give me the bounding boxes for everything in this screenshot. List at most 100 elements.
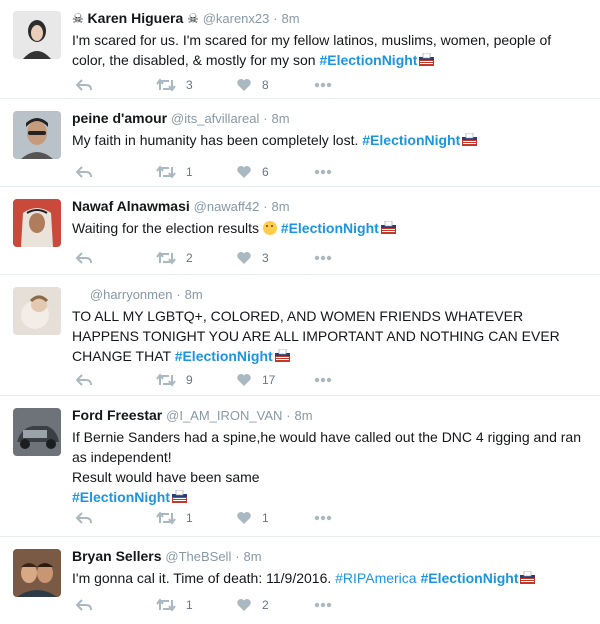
timestamp[interactable]: 8m bbox=[272, 199, 290, 214]
retweet-button[interactable]: 2 bbox=[156, 248, 193, 268]
retweet-button[interactable]: 3 bbox=[156, 75, 193, 95]
user-handle[interactable]: @its_afvillareal bbox=[171, 111, 259, 126]
like-button[interactable]: 2 bbox=[236, 595, 269, 615]
more-icon bbox=[314, 602, 332, 608]
tweet-actions: 1 2 bbox=[72, 595, 372, 615]
avatar[interactable] bbox=[13, 287, 61, 335]
timestamp[interactable]: 8m bbox=[185, 287, 203, 302]
timestamp[interactable]: 8m bbox=[282, 11, 300, 26]
hashtag-link[interactable]: #ElectionNight bbox=[362, 132, 460, 148]
reply-icon bbox=[76, 166, 92, 178]
tweet-actions: 1 6 bbox=[72, 162, 372, 182]
avatar[interactable] bbox=[13, 549, 61, 597]
reply-icon bbox=[76, 79, 92, 91]
more-button[interactable] bbox=[314, 595, 332, 615]
reply-icon bbox=[76, 512, 92, 524]
heart-icon bbox=[237, 512, 251, 524]
like-button[interactable]: 17 bbox=[236, 370, 275, 390]
avatar[interactable] bbox=[13, 11, 61, 59]
avatar[interactable] bbox=[13, 408, 61, 456]
separator-dot: · bbox=[263, 111, 268, 126]
ballot-box-icon bbox=[519, 570, 536, 584]
heart-icon bbox=[237, 79, 251, 91]
user-handle[interactable]: @harryonmen bbox=[90, 287, 173, 302]
retweet-button[interactable]: 1 bbox=[156, 508, 193, 528]
timestamp[interactable]: 8m bbox=[295, 408, 313, 423]
tweet-item[interactable]: Bryan Sellers @TheBSell · 8m I'm gonna c… bbox=[0, 538, 600, 624]
tweet-text: If Bernie Sanders had a spine,he would h… bbox=[72, 427, 584, 507]
retweet-icon bbox=[156, 165, 176, 179]
reply-icon bbox=[76, 374, 92, 386]
retweet-button[interactable]: 1 bbox=[156, 162, 193, 182]
hashtag-link[interactable]: #ElectionNight bbox=[281, 220, 379, 236]
ballot-box-icon bbox=[461, 132, 478, 146]
tweet-text: I'm scared for us. I'm scared for my fel… bbox=[72, 30, 584, 70]
display-name[interactable]: Bryan Sellers bbox=[72, 548, 162, 564]
separator-dot: · bbox=[263, 199, 268, 214]
avatar[interactable] bbox=[13, 111, 61, 159]
avatar[interactable] bbox=[13, 199, 61, 247]
tweet-header: @harryonmen · 8m bbox=[72, 285, 584, 304]
hashtag-link[interactable]: #ElectionNight bbox=[175, 348, 273, 364]
tweet-actions: 9 17 bbox=[72, 370, 372, 390]
hashtag-link[interactable]: #ElectionNight bbox=[420, 570, 518, 586]
tweet-header: Ford Freestar @I_AM_IRON_VAN · 8m bbox=[72, 406, 584, 425]
tweet-body: I'm gonna cal it. Time of death: 11/9/20… bbox=[72, 570, 332, 586]
user-handle[interactable]: @TheBSell bbox=[165, 549, 231, 564]
ballot-box-icon bbox=[380, 220, 397, 234]
display-name[interactable]: peine d'amour bbox=[72, 110, 167, 126]
retweet-button[interactable]: 9 bbox=[156, 370, 193, 390]
like-button[interactable]: 3 bbox=[236, 248, 269, 268]
more-button[interactable] bbox=[314, 508, 332, 528]
retweet-icon bbox=[156, 598, 176, 612]
retweet-count: 1 bbox=[186, 598, 193, 612]
retweet-count: 3 bbox=[186, 78, 193, 92]
tweet-body: My faith in humanity has been completely… bbox=[72, 132, 359, 148]
more-button[interactable] bbox=[314, 370, 332, 390]
hashtag-link[interactable]: #ElectionNight bbox=[319, 52, 417, 68]
tweet-actions: 3 8 bbox=[72, 75, 372, 95]
more-button[interactable] bbox=[314, 162, 332, 182]
tweet-item[interactable]: peine d'amour @its_afvillareal · 8m My f… bbox=[0, 100, 600, 187]
user-handle[interactable]: @karenx23 bbox=[203, 11, 270, 26]
tweet-text: I'm gonna cal it. Time of death: 11/9/20… bbox=[72, 568, 584, 588]
heart-icon bbox=[237, 599, 251, 611]
like-button[interactable]: 8 bbox=[236, 75, 269, 95]
more-icon bbox=[314, 377, 332, 383]
reply-button[interactable] bbox=[76, 595, 92, 615]
hashtag-link[interactable]: #RIPAmerica bbox=[335, 570, 416, 586]
tweet-item[interactable]: ☠ Karen Higuera ☠ @karenx23 · 8m I'm sca… bbox=[0, 0, 600, 99]
reply-button[interactable] bbox=[76, 508, 92, 528]
more-button[interactable] bbox=[314, 75, 332, 95]
tweet-body: I'm scared for us. I'm scared for my fel… bbox=[72, 32, 552, 68]
reply-button[interactable] bbox=[76, 370, 92, 390]
more-button[interactable] bbox=[314, 248, 332, 268]
display-name[interactable]: Ford Freestar bbox=[72, 407, 162, 423]
reply-button[interactable] bbox=[76, 75, 92, 95]
separator-dot: · bbox=[286, 408, 291, 423]
tweet-actions: 1 1 bbox=[72, 508, 372, 528]
tweet-body: TO ALL MY LGBTQ+, COLORED, AND WOMEN FRI… bbox=[72, 308, 560, 364]
tweet-item[interactable]: Nawaf Alnawmasi @nawaff42 · 8m Waiting f… bbox=[0, 188, 600, 275]
like-button[interactable]: 1 bbox=[236, 508, 269, 528]
like-count: 8 bbox=[262, 78, 269, 92]
retweet-button[interactable]: 1 bbox=[156, 595, 193, 615]
user-handle[interactable]: @nawaff42 bbox=[194, 199, 260, 214]
reply-button[interactable] bbox=[76, 162, 92, 182]
retweet-icon bbox=[156, 373, 176, 387]
timestamp[interactable]: 8m bbox=[271, 111, 289, 126]
more-icon bbox=[314, 515, 332, 521]
like-button[interactable]: 6 bbox=[236, 162, 269, 182]
ballot-box-icon bbox=[418, 52, 435, 66]
user-handle[interactable]: @I_AM_IRON_VAN bbox=[166, 408, 282, 423]
tweet-item[interactable]: Ford Freestar @I_AM_IRON_VAN · 8m If Ber… bbox=[0, 397, 600, 537]
reply-button[interactable] bbox=[76, 248, 92, 268]
display-name[interactable]: Nawaf Alnawmasi bbox=[72, 198, 190, 214]
hashtag-link[interactable]: #ElectionNight bbox=[72, 489, 170, 505]
like-count: 2 bbox=[262, 598, 269, 612]
timestamp[interactable]: 8m bbox=[243, 549, 261, 564]
display-name[interactable]: Karen Higuera bbox=[88, 10, 184, 26]
like-count: 1 bbox=[262, 511, 269, 525]
tweet-item[interactable]: @harryonmen · 8m TO ALL MY LGBTQ+, COLOR… bbox=[0, 276, 600, 396]
tweet-actions: 2 3 bbox=[72, 248, 372, 268]
